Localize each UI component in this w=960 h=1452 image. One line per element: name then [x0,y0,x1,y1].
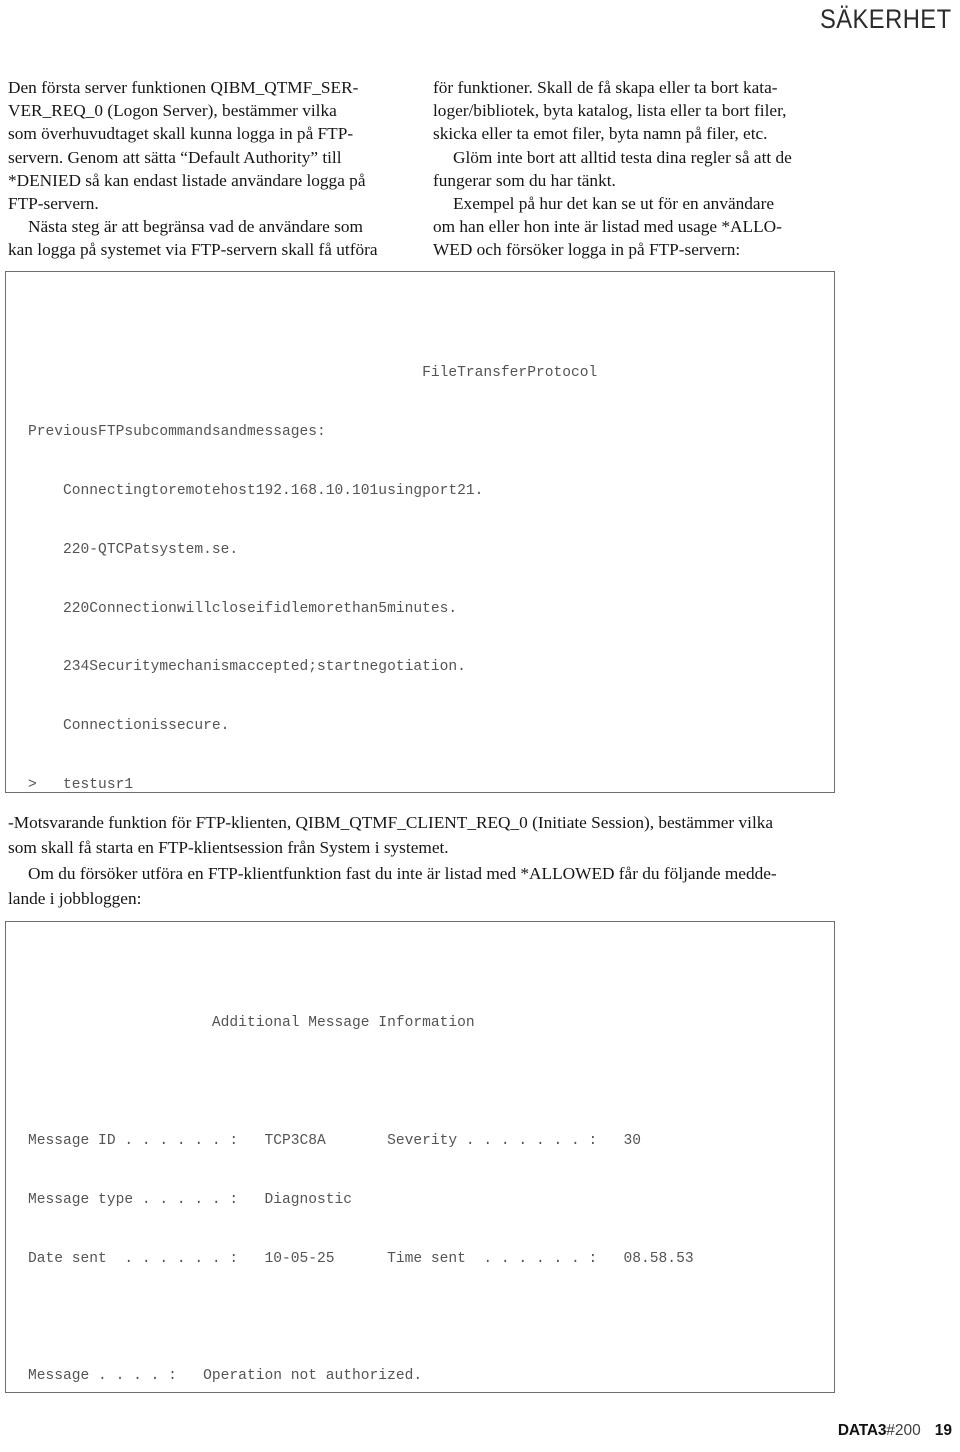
intro-paragraph: Den första server funktionen QIBM_QTMF_S… [8,78,366,214]
message-field-row: Date sent . . . . . . : 10-05-25 Time se… [28,1250,694,1267]
message-screen-title: Additional Message Information [28,1015,475,1032]
ftp-log-line: 234Securitymechanismaccepted;startnegoti… [28,659,466,676]
ftp-log-line: PreviousFTPsubcommandsandmessages: [28,424,326,441]
mid-paragraph: -Motsvarande funktion för FTP-klienten, … [8,813,774,858]
ftp-log-line: Connectingtoremotehost192.168.10.101usin… [28,482,484,499]
ftp-log-line-command: > testusr1 [28,776,134,793]
intro-paragraph: Exempel på hur det kan se ut för en anvä… [433,194,782,260]
intro-two-column-text: Den första server funktionen QIBM_QTMF_S… [8,76,952,262]
ftp-log-line: 220Connectionwillcloseifidlemorethan5min… [28,600,458,617]
message-screen-gap-2 [28,1308,834,1328]
mid-paragraph: Om du försöker utföra en FTP-klientfunkt… [8,863,777,909]
intro-paragraph: Glöm inte bort att alltid testa dina reg… [433,147,792,190]
page-footer: DATA3#200 19 [838,1422,952,1440]
ftp-log-line: 220-QTCPatsystem.se. [28,541,239,558]
footer-brand: DATA3 [837,1422,887,1439]
message-field-row: Message type . . . . . : Diagnostic [28,1191,353,1208]
intro-left-column: Den första server funktionen QIBM_QTMF_S… [8,76,403,262]
ftp-log-line: Connectionissecure. [28,718,230,735]
ftp-terminal-screenshot: FileTransferProtocol PreviousFTPsubcomma… [5,271,835,793]
message-text-line: Message . . . . : Operation not authoriz… [28,1368,423,1385]
message-field-row: Message ID . . . . . . : TCP3C8A Severit… [28,1132,642,1149]
mid-page-text-block: -Motsvarande funktion för FTP-klienten, … [8,810,946,912]
message-terminal-screenshot: Additional Message Information Message I… [5,921,835,1393]
ftp-screen-title: FileTransferProtocol [28,365,598,382]
intro-paragraph: för funktioner. Skall de få skapa eller … [433,78,787,144]
footer-issue: #200 [886,1422,921,1439]
message-screen-gap [28,1073,834,1093]
page-running-head: SÄKERHET [820,4,952,34]
intro-right-column: för funktioner. Skall de få skapa eller … [433,76,828,262]
intro-paragraph: Nästa steg är att begränsa vad de använd… [8,217,378,260]
footer-page-number: 19 [934,1422,952,1439]
